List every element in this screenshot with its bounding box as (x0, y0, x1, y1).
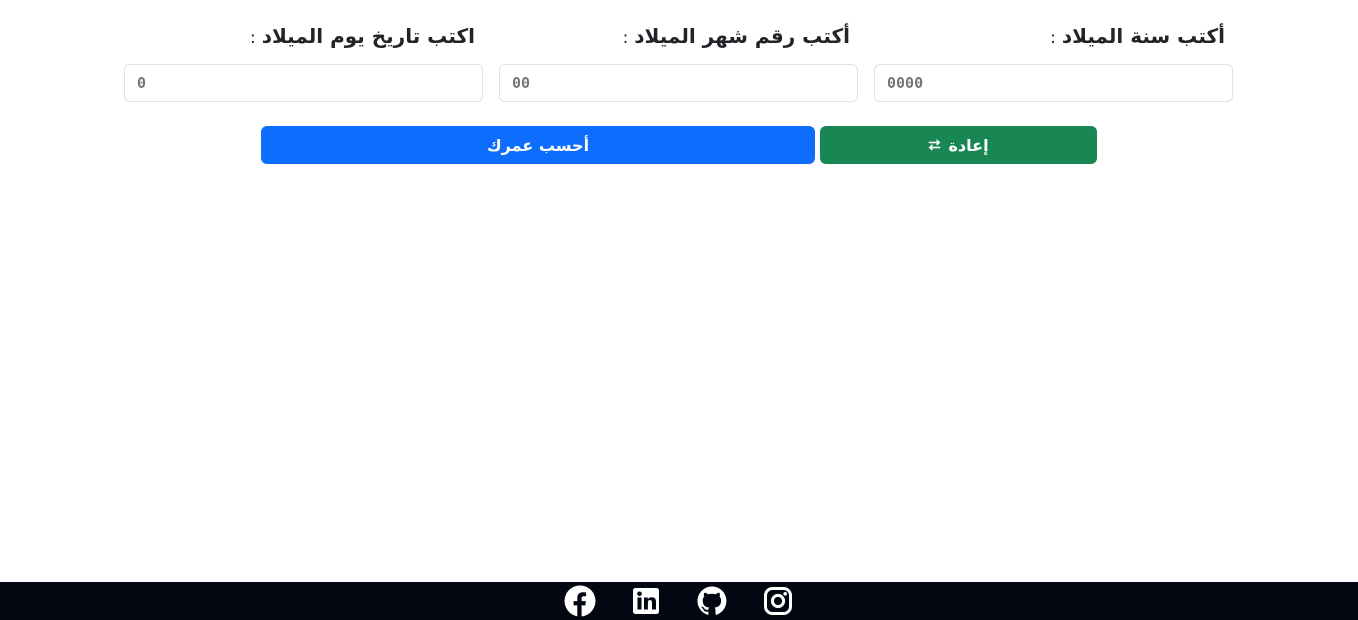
year-label: أكتب سنة الميلاد: (874, 20, 1233, 52)
year-label-colon: : (1050, 28, 1056, 48)
month-input[interactable] (499, 64, 858, 102)
facebook-icon[interactable] (564, 585, 596, 617)
month-field: أكتب رقم شهر الميلاد: (491, 20, 866, 110)
footer (0, 582, 1358, 620)
month-label-colon: : (622, 28, 629, 48)
reset-button[interactable]: إعادة ⮂ (820, 126, 1097, 164)
birth-date-form: أكتب سنة الميلاد: أكتب رقم شهر الميلاد: … (117, 20, 1241, 110)
reset-label: إعادة (948, 135, 989, 155)
day-field: اكتب تاريخ يوم الميلاد: (116, 20, 491, 110)
reset-icon: ⮂ (928, 135, 941, 154)
instagram-icon[interactable] (762, 585, 794, 617)
calculate-age-button[interactable]: أحسب عمرك (261, 126, 815, 164)
linkedin-icon[interactable] (630, 585, 662, 617)
year-field: أكتب سنة الميلاد: (866, 20, 1241, 110)
calculate-age-label: أحسب عمرك (486, 135, 590, 155)
year-label-text: أكتب سنة الميلاد (1061, 24, 1225, 48)
day-label: اكتب تاريخ يوم الميلاد: (124, 20, 483, 52)
month-label-text: أكتب رقم شهر الميلاد (634, 24, 850, 48)
day-input[interactable] (124, 64, 483, 102)
day-label-colon: : (250, 28, 256, 48)
year-input[interactable] (874, 64, 1233, 102)
day-label-text: اكتب تاريخ يوم الميلاد (261, 24, 475, 48)
github-icon[interactable] (696, 585, 728, 617)
month-label: أكتب رقم شهر الميلاد: (499, 20, 858, 52)
